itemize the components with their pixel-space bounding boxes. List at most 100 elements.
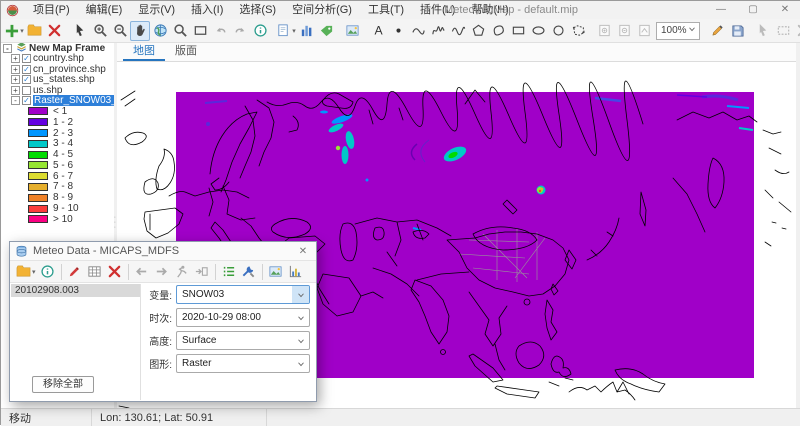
label-button[interactable] (316, 21, 336, 41)
layer-checkbox[interactable]: ✓ (22, 54, 31, 63)
table-view-button[interactable] (85, 262, 105, 282)
edit-select-button[interactable] (754, 21, 774, 41)
legend-item-8[interactable]: 8 - 9 (1, 192, 114, 203)
chevron-down-icon[interactable] (292, 332, 309, 349)
edit-pencil-button[interactable] (708, 21, 728, 41)
expand-icon[interactable]: + (11, 65, 20, 74)
remove-all-button[interactable]: 移除全部 (32, 376, 94, 393)
save-edits-button[interactable] (728, 21, 748, 41)
rectangle-tool-button[interactable] (508, 21, 528, 41)
tab-layout[interactable]: 版面 (165, 40, 207, 61)
dialog-titlebar[interactable]: Meteo Data - MICAPS_MDFS ✕ (10, 242, 316, 261)
identify-button[interactable] (250, 21, 270, 41)
new-layout-button[interactable]: ▾ (276, 21, 296, 41)
open-data-button[interactable]: ▾ (14, 262, 38, 282)
expand-icon[interactable]: + (11, 86, 20, 95)
legend-item-6[interactable]: 6 - 7 (1, 171, 114, 182)
polygon-tool-button[interactable] (468, 21, 488, 41)
text-tool-button[interactable]: A (368, 21, 388, 41)
full-extent-button[interactable] (150, 21, 170, 41)
lasso-tool-button[interactable] (568, 21, 588, 41)
chevron-down-icon[interactable] (292, 286, 309, 303)
collapse-icon[interactable]: - (3, 44, 12, 53)
field-combo-2[interactable]: Surface (176, 331, 310, 350)
new-layer-button[interactable]: ▾ (4, 21, 24, 41)
zoom-level-combo[interactable]: 100% (656, 22, 700, 40)
maximize-button[interactable]: ▢ (737, 1, 769, 19)
menu-item-5[interactable]: 空间分析(G) (284, 1, 360, 19)
legend-item-3[interactable]: 3 - 4 (1, 138, 114, 149)
zoom-window-button[interactable] (170, 21, 190, 41)
draw-button[interactable] (65, 262, 85, 282)
legend-item-2[interactable]: 2 - 3 (1, 128, 114, 139)
zoom-in-button[interactable] (90, 21, 110, 41)
page-zoom-out-button[interactable] (614, 21, 634, 41)
map-view-button[interactable] (266, 262, 286, 282)
layer-node-4[interactable]: -✓Raster_SNOW03_Surfa (1, 96, 114, 107)
legend-item-5[interactable]: 5 - 6 (1, 160, 114, 171)
page-zoom-in-button[interactable] (594, 21, 614, 41)
minimize-button[interactable]: — (705, 1, 737, 19)
menu-item-2[interactable]: 显示(V) (130, 1, 183, 19)
open-file-button[interactable] (24, 21, 44, 41)
data-list-button[interactable] (219, 262, 239, 282)
settings-button[interactable] (239, 262, 259, 282)
layer-node-2[interactable]: +✓us_states.shp (1, 75, 114, 86)
freehand-tool-button[interactable] (448, 21, 468, 41)
field-combo-1[interactable]: 2020-10-29 08:00 (176, 308, 310, 327)
select-cursor-button[interactable] (70, 21, 90, 41)
redo-button[interactable] (230, 21, 250, 41)
next-time-button[interactable] (152, 262, 172, 282)
prev-time-button[interactable] (132, 262, 152, 282)
close-button[interactable]: ✕ (769, 1, 800, 19)
circle-tool-button[interactable] (548, 21, 568, 41)
step-button[interactable] (192, 262, 212, 282)
map-frame-node[interactable]: -New Map Frame (1, 43, 114, 54)
chart-view-button[interactable] (286, 262, 306, 282)
data-info-button[interactable] (38, 262, 58, 282)
legend-item-10[interactable]: > 10 (1, 214, 114, 225)
layer-node-3[interactable]: +us.shp (1, 85, 114, 96)
layer-checkbox[interactable]: ✓ (22, 96, 31, 105)
menu-item-0[interactable]: 项目(P) (25, 1, 78, 19)
remove-data-button[interactable] (105, 262, 125, 282)
edit-marquee-button[interactable] (774, 21, 794, 41)
legend-item-9[interactable]: 9 - 10 (1, 203, 114, 214)
remove-layer-button[interactable] (44, 21, 64, 41)
menu-item-1[interactable]: 编辑(E) (78, 1, 131, 19)
legend-item-1[interactable]: 1 - 2 (1, 117, 114, 128)
collapse-icon[interactable]: - (11, 96, 20, 105)
polyline-tool-button[interactable] (428, 21, 448, 41)
menu-item-3[interactable]: 插入(I) (183, 1, 231, 19)
freehand-polygon-tool-button[interactable] (488, 21, 508, 41)
layer-checkbox[interactable] (22, 86, 31, 95)
point-tool-button[interactable] (388, 21, 408, 41)
layer-checkbox[interactable]: ✓ (22, 65, 31, 74)
layer-node-1[interactable]: +✓cn_province.shp (1, 64, 114, 75)
chevron-down-icon[interactable] (292, 309, 309, 326)
animate-button[interactable] (172, 262, 192, 282)
field-combo-0[interactable]: SNOW03 (176, 285, 310, 304)
edit-remove-button[interactable] (794, 21, 800, 41)
insert-image-button[interactable] (342, 21, 362, 41)
layer-node-0[interactable]: +✓country.shp (1, 54, 114, 65)
zoom-extent-button[interactable] (190, 21, 210, 41)
tab-map[interactable]: 地图 (123, 40, 165, 61)
menu-item-4[interactable]: 选择(S) (231, 1, 284, 19)
legend-item-7[interactable]: 7 - 8 (1, 182, 114, 193)
fit-page-button[interactable] (634, 21, 654, 41)
curve-tool-button[interactable] (408, 21, 428, 41)
legend-item-4[interactable]: 4 - 5 (1, 149, 114, 160)
chevron-down-icon[interactable] (292, 355, 309, 372)
data-file-item[interactable]: 20102908.003 (11, 284, 140, 297)
zoom-out-button[interactable] (110, 21, 130, 41)
dialog-close-button[interactable]: ✕ (290, 246, 316, 257)
expand-icon[interactable]: + (11, 75, 20, 84)
layer-checkbox[interactable]: ✓ (22, 75, 31, 84)
attribute-data-button[interactable] (296, 21, 316, 41)
legend-item-0[interactable]: < 1 (1, 106, 114, 117)
field-combo-3[interactable]: Raster (176, 354, 310, 373)
ellipse-tool-button[interactable] (528, 21, 548, 41)
undo-button[interactable] (210, 21, 230, 41)
pan-hand-button[interactable] (130, 21, 150, 41)
